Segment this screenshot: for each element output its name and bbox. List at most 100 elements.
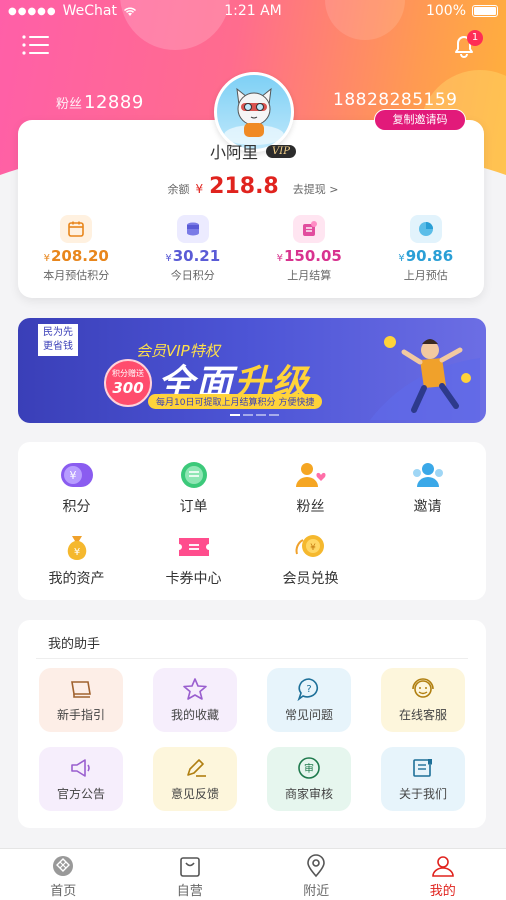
stat-label: 本月预估积分 <box>43 269 110 282</box>
tab-label: 自营 <box>176 884 203 899</box>
points-icon: ¥ <box>59 460 95 490</box>
banner-circle-num: 300 <box>112 379 144 397</box>
shop-bag-icon <box>176 854 204 878</box>
stat-today-points[interactable]: ¥30.21 今日积分 <box>135 215 252 283</box>
stat-last-month-settled[interactable]: ¥150.05 上月结算 <box>251 215 368 283</box>
grid-item-assets[interactable]: ¥ 我的资产 <box>18 532 135 588</box>
megaphone-icon <box>66 755 96 781</box>
grid-label: 卡券中心 <box>165 571 222 587</box>
user-name: 小阿里 <box>210 143 259 162</box>
stat-label: 上月预估 <box>403 269 448 282</box>
banner-note: 每月10日可提取上月结算积分 方便快捷 <box>148 394 323 409</box>
stat-currency: ¥ <box>276 253 283 264</box>
stat-label: 上月结算 <box>287 269 332 282</box>
grid-label: 我的资产 <box>48 571 105 587</box>
user-info: 小阿里 VIP <box>0 139 506 163</box>
helper-title: 我的助手 <box>48 637 101 652</box>
banner-circle-top: 积分赠送 <box>112 369 144 378</box>
withdraw-link[interactable]: 去提现 > <box>293 181 339 197</box>
order-icon <box>176 460 212 490</box>
stat-label: 今日积分 <box>170 269 215 282</box>
helper-label: 常见问题 <box>284 708 333 722</box>
battery-icon <box>472 5 498 17</box>
helper-item-merchant-review[interactable]: 审 商家审核 <box>267 747 351 811</box>
balance-label: 余额 <box>167 183 190 196</box>
coupon-icon <box>176 532 212 562</box>
stat-value: 150.05 <box>283 247 342 265</box>
helper-item-feedback[interactable]: 意见反馈 <box>153 747 237 811</box>
fans-number: 12889 <box>84 92 144 113</box>
helper-label: 意见反馈 <box>170 787 219 801</box>
tab-label: 我的 <box>429 884 456 899</box>
copy-invite-code-button[interactable]: 复制邀请码 <box>374 109 466 131</box>
grid-item-points[interactable]: ¥ 积分 <box>18 460 135 516</box>
tab-home[interactable]: 首页 <box>0 849 127 900</box>
tab-nearby[interactable]: 附近 <box>253 849 380 900</box>
helper-label: 我的收藏 <box>170 708 219 722</box>
grid-label: 邀请 <box>413 499 442 515</box>
money-bag-icon: ¥ <box>59 532 95 562</box>
exchange-icon: ¥ <box>293 532 329 562</box>
stat-value: 30.21 <box>172 247 221 265</box>
star-icon <box>180 676 210 702</box>
grid-label: 粉丝 <box>296 499 325 515</box>
bottom-tab-bar: 首页 自营 附近 我的 <box>0 848 506 900</box>
balance-currency: ¥ <box>195 182 204 196</box>
helper-item-customer-service[interactable]: 在线客服 <box>381 668 465 732</box>
about-icon <box>408 755 438 781</box>
tab-mine[interactable]: 我的 <box>380 849 506 900</box>
grid-label: 订单 <box>179 499 208 515</box>
location-icon <box>302 854 330 878</box>
helper-label: 官方公告 <box>56 787 105 801</box>
grid-item-member-exchange[interactable]: ¥ 会员兑换 <box>252 532 369 588</box>
home-icon <box>49 854 77 878</box>
helper-item-guide[interactable]: 新手指引 <box>39 668 123 732</box>
banner-tag: 民为先 更省钱 <box>38 324 78 356</box>
settlement-icon <box>293 215 326 243</box>
fans-label: 粉丝 <box>56 97 83 112</box>
helper-label: 新手指引 <box>56 708 105 722</box>
phone-number: 18828285159 <box>333 90 458 110</box>
helper-label: 在线客服 <box>398 708 447 722</box>
svg-text:¥: ¥ <box>73 547 79 558</box>
helper-section: 我的助手 新手指引 我的收藏 ? 常见问题 在线客服 官方公告 意见反馈 审 商… <box>18 620 486 828</box>
helper-item-about-us[interactable]: 关于我们 <box>381 747 465 811</box>
promo-banner[interactable]: 民为先 更省钱 会员VIP特权 全面升级 积分赠送 300 每月10日可提取上月… <box>18 318 486 423</box>
banner-points-badge: 积分赠送 300 <box>104 359 152 407</box>
grid-item-fans[interactable]: 粉丝 <box>252 460 369 516</box>
stat-currency: ¥ <box>43 253 50 264</box>
stat-value: 208.20 <box>50 247 109 265</box>
grid-item-orders[interactable]: 订单 <box>135 460 252 516</box>
tab-label: 首页 <box>50 884 77 899</box>
stats-row: ¥208.20 本月预估积分 ¥30.21 今日积分 ¥150.05 上月结算 … <box>18 215 484 283</box>
stat-monthly-estimate[interactable]: ¥208.20 本月预估积分 <box>18 215 135 283</box>
grid-label: 积分 <box>62 499 91 515</box>
grid-item-invite[interactable]: 邀请 <box>369 460 486 516</box>
vip-badge: VIP <box>266 144 296 158</box>
guide-book-icon <box>66 676 96 702</box>
balance-amount: 218.8 <box>209 174 279 199</box>
banner-illustration-icon <box>370 336 480 420</box>
helper-divider <box>36 658 468 659</box>
invite-icon <box>410 460 446 490</box>
stat-value: 90.86 <box>405 247 454 265</box>
tab-self-operated[interactable]: 自营 <box>127 849 254 900</box>
calendar-icon <box>60 215 93 243</box>
helper-item-favorites[interactable]: 我的收藏 <box>153 668 237 732</box>
stat-currency: ¥ <box>165 253 172 264</box>
svg-text:¥: ¥ <box>69 469 76 482</box>
feedback-pen-icon <box>180 755 210 781</box>
menu-icon[interactable] <box>22 35 50 55</box>
helper-label: 关于我们 <box>398 787 447 801</box>
stat-last-month-estimate[interactable]: ¥90.86 上月预估 <box>368 215 485 283</box>
fans-icon <box>293 460 329 490</box>
helper-item-faq[interactable]: ? 常见问题 <box>267 668 351 732</box>
helper-item-announcements[interactable]: 官方公告 <box>39 747 123 811</box>
pie-chart-icon <box>409 215 442 243</box>
svg-text:¥: ¥ <box>310 543 316 553</box>
grid-item-coupons[interactable]: 卡券中心 <box>135 532 252 588</box>
stat-currency: ¥ <box>398 253 405 264</box>
question-icon: ? <box>294 676 324 702</box>
notification-badge: 1 <box>467 30 483 46</box>
balance-row: 余额 ¥ 218.8 去提现 > <box>0 174 506 199</box>
